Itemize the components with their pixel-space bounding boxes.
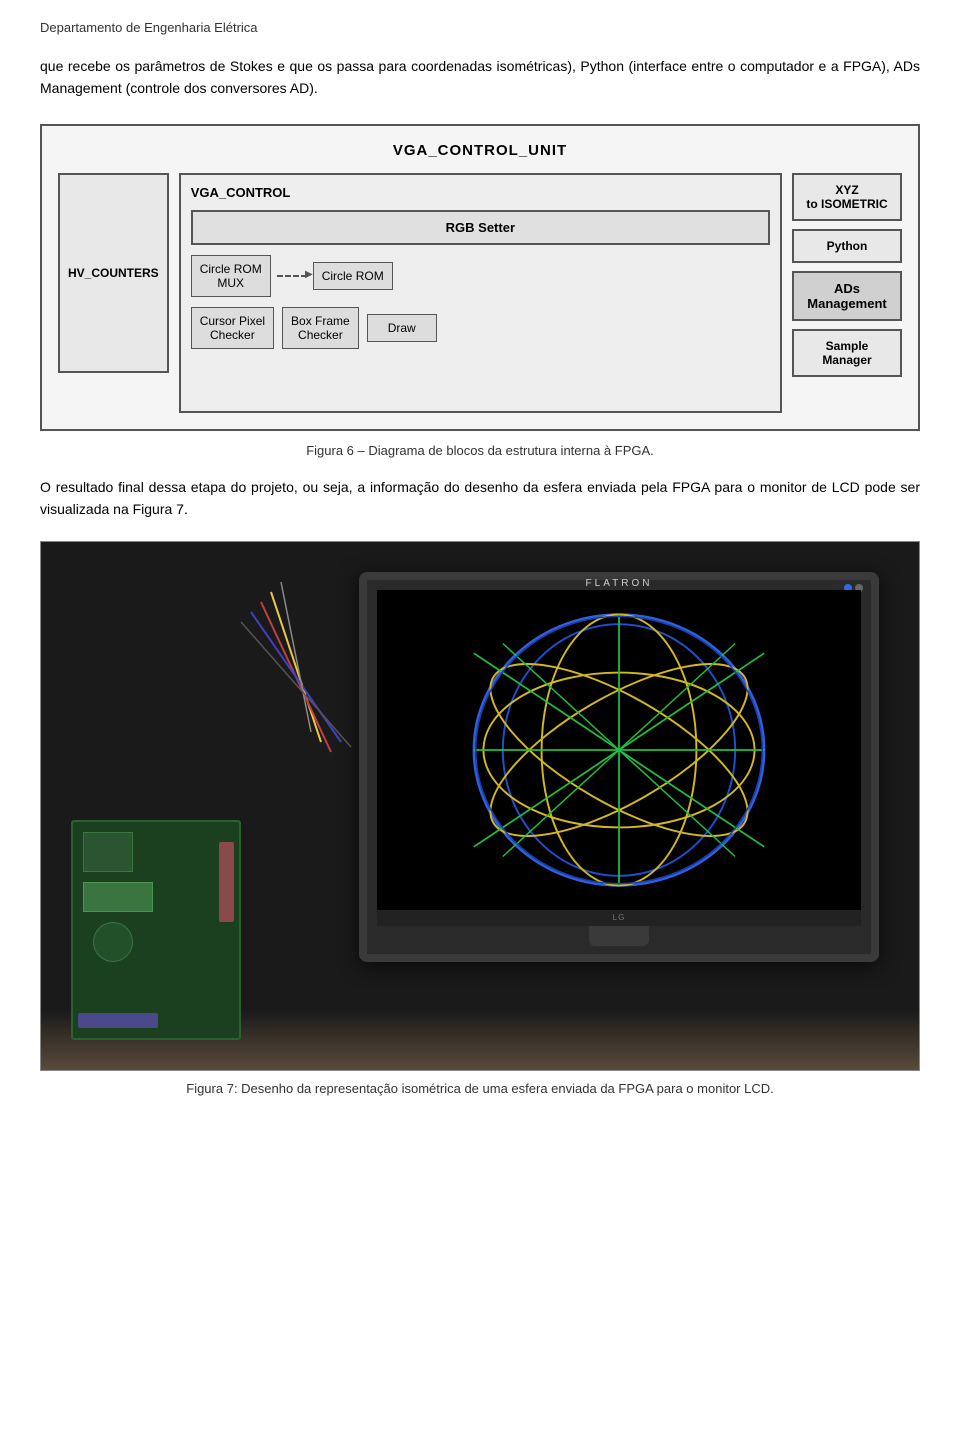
draw-label: Draw bbox=[388, 321, 416, 335]
block-diagram: VGA_CONTROL_UNIT HV_COUNTERS VGA_CONTROL… bbox=[40, 124, 920, 431]
sphere-drawing bbox=[377, 590, 861, 910]
vga-control-block: VGA_CONTROL RGB Setter Circle ROMMUX Cir… bbox=[179, 173, 782, 413]
ads-management-label: ADsManagement bbox=[807, 281, 886, 311]
right-panel: XYZto ISOMETRIC Python ADsManagement Sam… bbox=[792, 173, 902, 377]
circle-rom-label: Circle ROM bbox=[322, 269, 384, 283]
result-paragraph: O resultado final dessa etapa do projeto… bbox=[40, 476, 920, 521]
electronics-board bbox=[71, 820, 241, 1040]
cursor-pixel-checker-block: Cursor PixelChecker bbox=[191, 307, 274, 349]
box-frame-checker-label: Box FrameChecker bbox=[291, 314, 350, 342]
figure6-caption: Figura 6 – Diagrama de blocos da estrutu… bbox=[40, 443, 920, 458]
circle-row: Circle ROMMUX Circle ROM bbox=[191, 255, 770, 297]
diagram-title: VGA_CONTROL_UNIT bbox=[58, 142, 902, 159]
sample-manager-block: SampleManager bbox=[792, 329, 902, 377]
hv-counters-block: HV_COUNTERS bbox=[58, 173, 169, 373]
figure7-caption: Figura 7: Desenho da representação isomé… bbox=[40, 1081, 920, 1096]
python-label: Python bbox=[827, 239, 868, 253]
arrow-icon bbox=[277, 275, 307, 277]
python-block: Python bbox=[792, 229, 902, 263]
cursor-pixel-checker-label: Cursor PixelChecker bbox=[200, 314, 265, 342]
bottom-row: Cursor PixelChecker Box FrameChecker Dra… bbox=[191, 307, 770, 349]
department-title: Departamento de Engenharia Elétrica bbox=[40, 20, 258, 35]
circle-rom-mux-label: Circle ROMMUX bbox=[200, 262, 262, 290]
rgb-setter-block: RGB Setter bbox=[191, 210, 770, 245]
monitor-photo: FLATRON bbox=[40, 541, 920, 1071]
monitor-display: FLATRON bbox=[359, 572, 879, 962]
page-header: Departamento de Engenharia Elétrica bbox=[40, 20, 920, 35]
box-frame-checker-block: Box FrameChecker bbox=[282, 307, 359, 349]
draw-block: Draw bbox=[367, 314, 437, 342]
circle-rom-block: Circle ROM bbox=[313, 262, 393, 290]
monitor-screen bbox=[377, 590, 861, 910]
ads-management-block: ADsManagement bbox=[792, 271, 902, 321]
xyz-isometric-block: XYZto ISOMETRIC bbox=[792, 173, 902, 221]
rgb-setter-label: RGB Setter bbox=[446, 220, 515, 235]
monitor-stand bbox=[589, 926, 649, 946]
vga-control-label: VGA_CONTROL bbox=[191, 185, 770, 200]
cables-svg bbox=[121, 542, 371, 842]
circle-rom-mux-block: Circle ROMMUX bbox=[191, 255, 271, 297]
monitor-brand: FLATRON bbox=[586, 578, 653, 589]
intro-paragraph: que recebe os parâmetros de Stokes e que… bbox=[40, 55, 920, 100]
xyz-isometric-label: XYZto ISOMETRIC bbox=[806, 183, 887, 211]
sample-manager-label: SampleManager bbox=[822, 339, 871, 367]
hv-counters-label: HV_COUNTERS bbox=[68, 266, 159, 280]
